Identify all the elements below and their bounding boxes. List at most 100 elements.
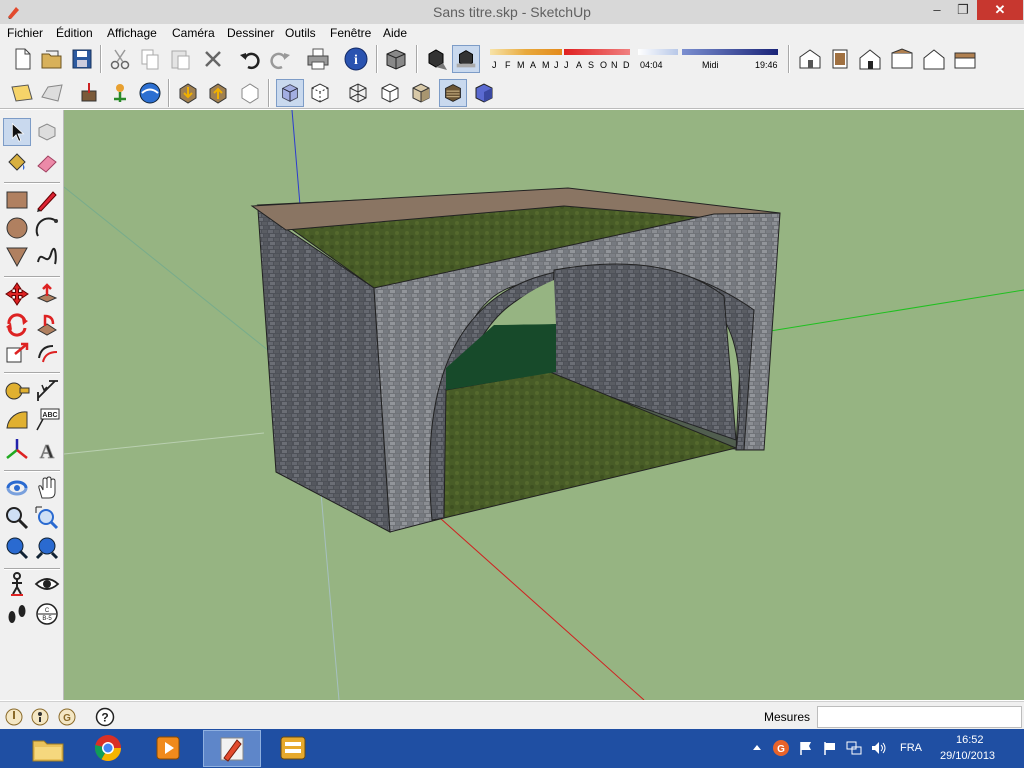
taskbar-chrome[interactable] (80, 730, 138, 767)
copy-icon[interactable] (136, 45, 164, 73)
shadow-date-slider[interactable]: J F M A M J J A S O N D (490, 47, 632, 73)
input-language-indicator[interactable]: FRA (900, 742, 922, 754)
show-hidden-icons-icon[interactable] (752, 743, 762, 753)
freehand-tool-icon[interactable] (33, 242, 61, 270)
volume-icon[interactable] (870, 740, 888, 756)
move-tool-icon[interactable] (3, 280, 31, 308)
menu-fenetre[interactable]: Fenêtre (330, 26, 371, 40)
previous-view-icon[interactable] (33, 534, 61, 562)
top-view-icon[interactable] (826, 45, 854, 73)
push-pull-icon[interactable] (33, 280, 61, 308)
walk-footprints-icon[interactable] (3, 600, 31, 628)
pan-hand-icon[interactable] (33, 474, 61, 502)
left-view-icon[interactable] (951, 45, 979, 73)
tunnel-model[interactable] (250, 187, 781, 533)
circle-tool-icon[interactable] (3, 214, 31, 242)
toggle-terrain-icon[interactable] (38, 79, 66, 107)
orbit-tool-icon[interactable] (3, 474, 31, 502)
menu-outils[interactable]: Outils (285, 26, 316, 40)
get-current-view-icon[interactable] (8, 79, 36, 107)
axes-tool-icon[interactable] (3, 436, 31, 464)
measurements-input[interactable] (817, 706, 1022, 728)
zoom-window-icon[interactable] (33, 504, 61, 532)
back-edges-style-icon[interactable] (306, 79, 334, 107)
shaded-with-textures-icon[interactable] (439, 79, 467, 107)
cut-icon[interactable] (106, 45, 134, 73)
save-icon[interactable] (68, 45, 96, 73)
shadows-toggle-icon[interactable] (422, 45, 450, 73)
action-center-flag-icon[interactable] (822, 740, 838, 756)
monochrome-style-icon[interactable] (470, 79, 498, 107)
tray-flag-icon[interactable] (798, 740, 814, 756)
menu-fichier[interactable]: Fichier (7, 26, 43, 40)
eraser-icon[interactable] (33, 148, 61, 176)
print-icon[interactable] (304, 45, 332, 73)
look-around-eye-icon[interactable] (33, 570, 61, 598)
rotate-tool-icon[interactable] (3, 310, 31, 338)
preview-google-earth-icon[interactable] (136, 79, 164, 107)
taskbar-media-player[interactable] (140, 730, 198, 767)
erase-delete-icon[interactable] (199, 45, 227, 73)
follow-me-icon[interactable] (33, 310, 61, 338)
polygon-tool-icon[interactable] (3, 242, 31, 270)
model-info-icon[interactable]: i (342, 45, 370, 73)
redo-icon[interactable] (266, 45, 294, 73)
back-view-icon[interactable] (920, 45, 948, 73)
iso-view-icon[interactable] (796, 45, 824, 73)
3d-viewport[interactable] (64, 110, 1024, 700)
share-model-icon[interactable] (204, 79, 232, 107)
fog-toggle-icon[interactable] (452, 45, 480, 73)
get-models-icon[interactable] (174, 79, 202, 107)
clock-time[interactable]: 16:52 (956, 734, 984, 746)
minimize-button[interactable]: ‒ (924, 0, 950, 20)
menu-affichage[interactable]: Affichage (107, 26, 157, 40)
zoom-tool-icon[interactable] (3, 504, 31, 532)
make-component-tool-icon[interactable] (33, 118, 61, 146)
front-view-icon[interactable] (856, 45, 884, 73)
menu-camera[interactable]: Caméra (172, 26, 215, 40)
dimension-tool-icon[interactable] (33, 376, 61, 404)
share-component-icon[interactable] (236, 79, 264, 107)
xray-style-icon[interactable] (276, 79, 304, 107)
close-button[interactable]: ✕ (977, 0, 1023, 20)
add-location-icon[interactable] (76, 79, 104, 107)
help-question-icon[interactable]: ? (95, 707, 115, 727)
network-icon[interactable] (845, 740, 863, 756)
protractor-icon[interactable] (3, 406, 31, 434)
new-file-icon[interactable] (8, 45, 36, 73)
tray-app-icon[interactable]: G (772, 739, 790, 757)
tape-measure-icon[interactable] (3, 376, 31, 404)
section-plane-icon[interactable]: C B-5 (33, 600, 61, 628)
open-folder-icon[interactable] (38, 45, 66, 73)
arc-tool-icon[interactable] (33, 214, 61, 242)
photo-textures-icon[interactable] (106, 79, 134, 107)
paint-bucket-icon[interactable] (3, 148, 31, 176)
menu-edition[interactable]: Édition (56, 26, 93, 40)
pencil-line-icon[interactable] (33, 186, 61, 214)
paste-icon[interactable] (166, 45, 194, 73)
taskbar-sketchup[interactable] (203, 730, 261, 767)
shaded-style-icon[interactable] (407, 79, 435, 107)
undo-icon[interactable] (236, 45, 264, 73)
taskbar-layout-app[interactable] (265, 730, 323, 767)
credits-status-icon[interactable] (30, 707, 50, 727)
clock-date[interactable]: 29/10/2013 (940, 750, 995, 762)
maximize-button[interactable]: ❐ (950, 0, 976, 20)
make-component-icon[interactable] (382, 45, 410, 73)
wireframe-style-icon[interactable] (344, 79, 372, 107)
geolocation-status-icon[interactable] (4, 707, 24, 727)
position-camera-icon[interactable] (3, 570, 31, 598)
menu-dessiner[interactable]: Dessiner (227, 26, 274, 40)
right-view-icon[interactable] (888, 45, 916, 73)
zoom-extents-icon[interactable] (3, 534, 31, 562)
offset-tool-icon[interactable] (33, 340, 61, 368)
shadow-time-slider[interactable]: 04:04 Midi 19:46 (638, 47, 780, 73)
sign-in-status-icon[interactable]: G (57, 707, 77, 727)
taskbar-explorer[interactable] (20, 730, 78, 767)
menu-aide[interactable]: Aide (383, 26, 407, 40)
scene-canvas[interactable] (64, 110, 1024, 700)
select-arrow-icon[interactable] (3, 118, 31, 146)
text-tool-icon[interactable]: ABC (33, 406, 61, 434)
3d-text-icon[interactable]: A (33, 436, 61, 464)
scale-tool-icon[interactable] (3, 340, 31, 368)
